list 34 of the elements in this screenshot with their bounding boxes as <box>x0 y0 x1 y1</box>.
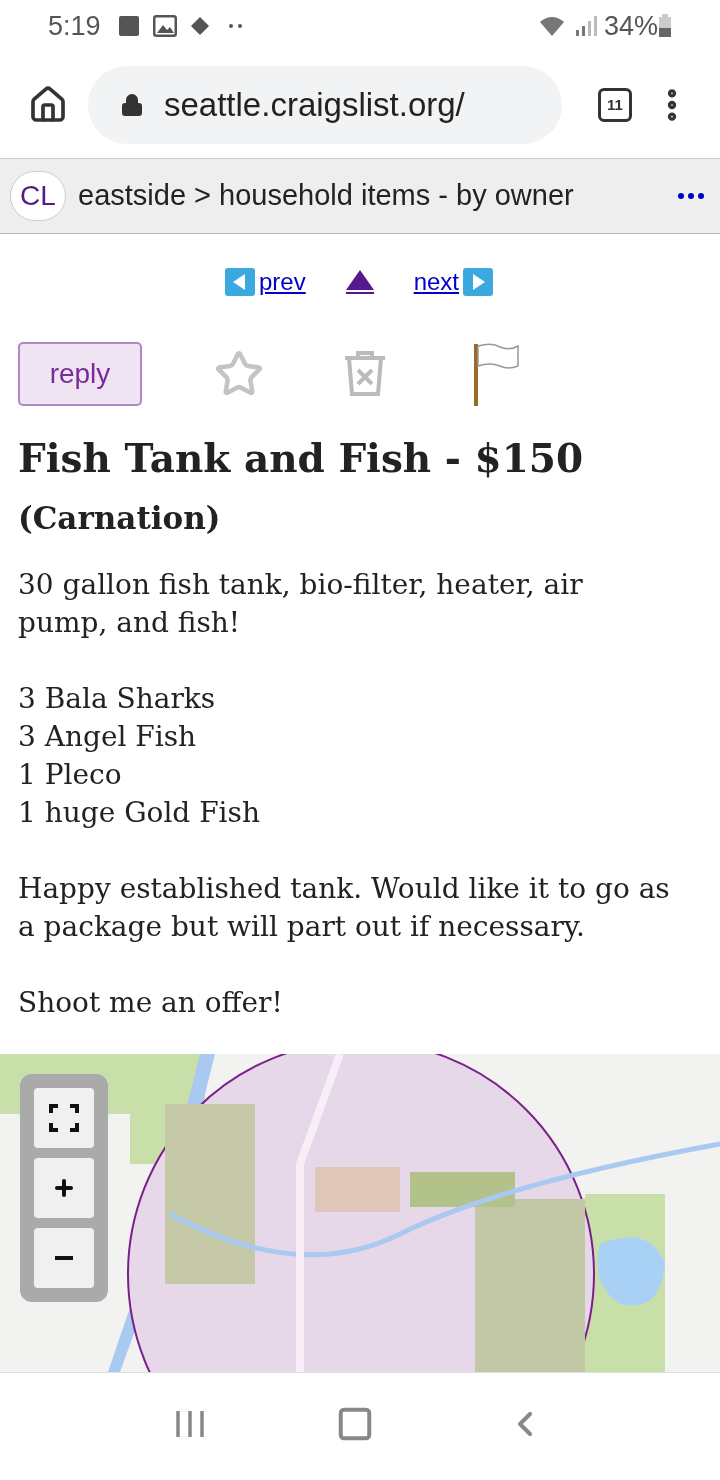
post-title: Fish Tank and Fish - $150 <box>18 434 585 483</box>
body-text: Happy established tank. Would like it to go as a package but will part out if necessary. <box>18 871 671 945</box>
signal-icons <box>537 14 598 38</box>
reply-button[interactable]: reply <box>18 342 142 406</box>
body-text: 30 gallon fish tank, bio-filter, heater, air pump, and fish! <box>18 567 584 641</box>
post-location: (Carnation) <box>18 499 222 538</box>
image-icon <box>152 15 177 37</box>
plus-icon <box>52 1176 76 1200</box>
body-text: 1 huge Gold Fish <box>18 795 261 831</box>
home-icon[interactable] <box>28 85 68 125</box>
body-text: Shoot me an offer! <box>18 985 284 1021</box>
body-text: 1 Pleco <box>18 757 123 793</box>
lock-icon <box>120 93 144 117</box>
zoom-in-button[interactable] <box>34 1158 94 1218</box>
more-notifications-icon <box>228 24 242 28</box>
site-logo[interactable]: CL <box>10 171 66 221</box>
address-bar[interactable]: seattle.craigslist.org/ <box>88 66 562 144</box>
tab-count[interactable]: 11 <box>598 88 632 122</box>
recent-apps-icon[interactable] <box>175 1408 206 1439</box>
battery-percent: 34% <box>603 9 658 43</box>
body-text: 3 Angel Fish <box>18 719 198 755</box>
next-link[interactable]: next <box>413 264 494 300</box>
body-text: 3 Bala Sharks <box>18 681 217 717</box>
fullscreen-icon <box>49 1104 79 1132</box>
breadcrumb-path[interactable]: eastside > household items - by owner <box>78 174 666 218</box>
battery-icon <box>658 14 672 38</box>
prev-link[interactable]: prev <box>224 264 306 300</box>
fullscreen-button[interactable] <box>34 1088 94 1148</box>
status-time: 5:19 <box>48 9 101 43</box>
diamond-icon <box>190 17 209 35</box>
up-triangle-icon[interactable] <box>345 270 374 294</box>
url-text: seattle.craigslist.org/ <box>164 85 465 126</box>
minus-icon <box>55 1256 73 1260</box>
more-icon[interactable] <box>678 193 704 199</box>
